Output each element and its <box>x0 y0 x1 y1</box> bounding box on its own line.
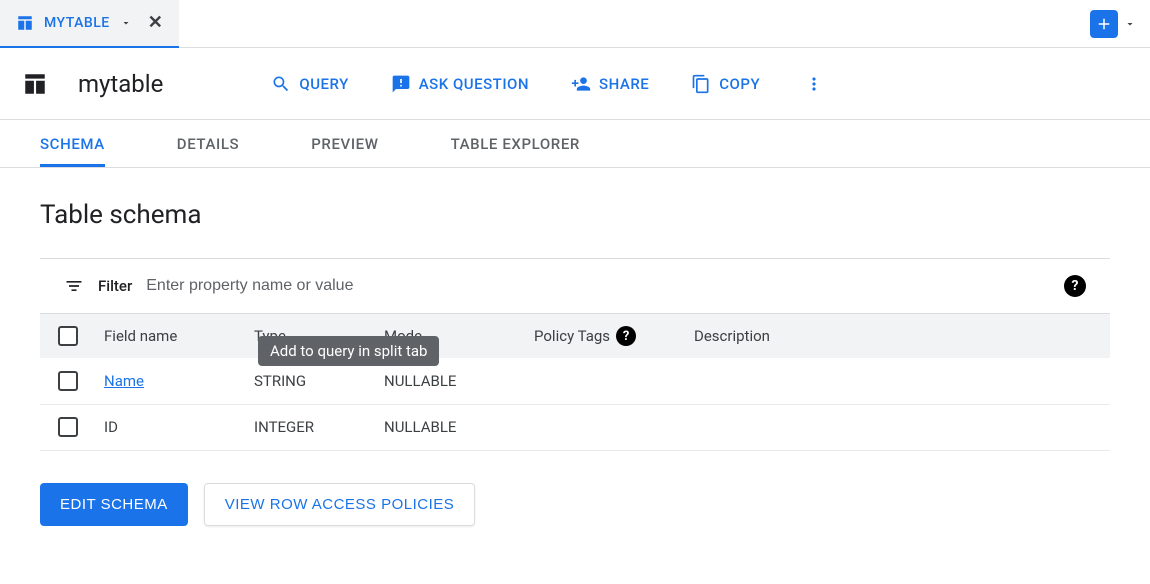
policy-tags-label: Policy Tags <box>534 327 610 345</box>
row-checkbox[interactable] <box>58 417 78 437</box>
content-area: Table schema Filter ? Add to query in sp… <box>0 168 1150 526</box>
person-add-icon <box>571 74 591 94</box>
copy-button[interactable]: COPY <box>679 66 772 102</box>
schema-table-wrapper: Add to query in split tab Field name Typ… <box>40 314 1110 451</box>
row-checkbox[interactable] <box>58 371 78 391</box>
tab-details[interactable]: DETAILS <box>177 135 239 167</box>
new-tab-button[interactable] <box>1090 10 1118 38</box>
field-description <box>686 404 1110 450</box>
chevron-down-icon[interactable] <box>120 17 132 29</box>
select-all-checkbox[interactable] <box>58 326 78 346</box>
field-tooltip: Add to query in split tab <box>258 336 439 366</box>
col-policy: Policy Tags ? <box>526 314 686 358</box>
copy-label: COPY <box>719 75 760 93</box>
col-description: Description <box>686 314 1110 358</box>
filter-icon <box>64 276 84 296</box>
help-icon[interactable]: ? <box>616 326 636 346</box>
detail-tabs: SCHEMA DETAILS PREVIEW TABLE EXPLORER <box>0 120 1150 168</box>
filter-bar: Filter ? <box>40 258 1110 314</box>
table-icon <box>16 14 34 32</box>
field-description <box>686 358 1110 404</box>
table-row: ID INTEGER NULLABLE <box>40 404 1110 450</box>
search-icon <box>271 74 291 94</box>
field-type: INTEGER <box>246 404 376 450</box>
tab-preview[interactable]: PREVIEW <box>311 135 378 167</box>
tab-table-explorer[interactable]: TABLE EXPLORER <box>451 135 580 167</box>
editor-tab-mytable[interactable]: MYTABLE ✕ <box>0 0 179 48</box>
table-row: Name STRING NULLABLE <box>40 358 1110 404</box>
field-name: ID <box>104 418 118 436</box>
edit-schema-button[interactable]: EDIT SCHEMA <box>40 483 188 526</box>
col-fieldname: Field name <box>96 314 246 358</box>
ask-label: ASK QUESTION <box>419 75 529 93</box>
query-label: QUERY <box>299 75 348 93</box>
editor-tab-strip: MYTABLE ✕ <box>0 0 1150 48</box>
tab-label: MYTABLE <box>44 15 110 31</box>
ask-question-button[interactable]: ASK QUESTION <box>379 66 541 102</box>
table-header-row: Field name Type Mode Policy Tags ? Descr… <box>40 314 1110 358</box>
chat-icon <box>391 74 411 94</box>
view-row-access-policies-button[interactable]: VIEW ROW ACCESS POLICIES <box>204 483 476 526</box>
tab-schema[interactable]: SCHEMA <box>40 135 105 167</box>
field-mode: NULLABLE <box>376 404 526 450</box>
section-title: Table schema <box>40 200 1110 230</box>
filter-label: Filter <box>98 277 132 295</box>
share-label: SHARE <box>599 75 649 93</box>
page-header: mytable QUERY ASK QUESTION SHARE COPY <box>0 48 1150 120</box>
tab-menu-dropdown[interactable] <box>1118 18 1142 30</box>
field-name-link[interactable]: Name <box>104 372 144 390</box>
page-title: mytable <box>78 70 163 98</box>
table-icon <box>22 71 48 97</box>
copy-icon <box>691 74 711 94</box>
schema-table: Field name Type Mode Policy Tags ? Descr… <box>40 314 1110 451</box>
query-button[interactable]: QUERY <box>259 66 360 102</box>
action-buttons: EDIT SCHEMA VIEW ROW ACCESS POLICIES <box>40 483 1110 526</box>
help-icon[interactable]: ? <box>1064 275 1086 297</box>
share-button[interactable]: SHARE <box>559 66 661 102</box>
filter-input[interactable] <box>146 277 1050 295</box>
close-icon[interactable]: ✕ <box>148 12 164 33</box>
field-policy <box>526 404 686 450</box>
more-actions-button[interactable] <box>790 66 838 102</box>
field-policy <box>526 358 686 404</box>
